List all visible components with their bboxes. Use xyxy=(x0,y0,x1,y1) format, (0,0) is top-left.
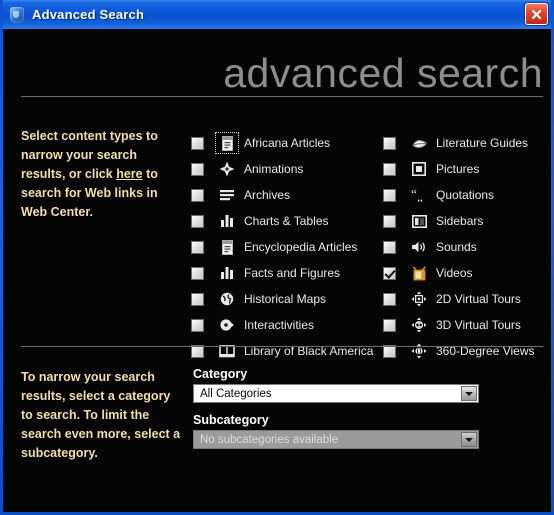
category-selected-value: All Categories xyxy=(200,387,272,400)
globe-icon xyxy=(216,289,238,309)
checkbox-historical-maps[interactable] xyxy=(191,292,204,306)
shield-icon xyxy=(8,6,26,24)
book-icon xyxy=(408,133,430,153)
speaker-icon xyxy=(408,237,430,257)
advanced-search-dialog: Advanced Search advanced search Select c… xyxy=(0,0,554,515)
content-type-row[interactable]: 360-Degree Views xyxy=(383,338,543,364)
dialog-body: advanced search Select content types to … xyxy=(3,29,551,512)
content-type-label: Archives xyxy=(244,188,291,202)
checkbox-interactivities[interactable] xyxy=(191,318,204,332)
content-type-label: Videos xyxy=(436,266,473,280)
content-type-label: Africana Articles xyxy=(244,136,331,150)
book-open-icon xyxy=(216,341,238,361)
page-title: advanced search xyxy=(223,50,543,96)
checkbox-quotations[interactable] xyxy=(383,188,396,202)
content-type-row[interactable]: Africana Articles xyxy=(191,130,366,156)
checkbox-archives[interactable] xyxy=(191,188,204,202)
section-divider xyxy=(21,346,543,347)
subcategory-selected-value: No subcategories available xyxy=(200,433,339,446)
category-instruction: To narrow your search results, select a … xyxy=(21,370,181,460)
checkbox-pictures[interactable] xyxy=(383,162,396,176)
content-type-row[interactable]: Historical Maps xyxy=(191,286,366,312)
pan-2d-icon xyxy=(408,289,430,309)
television-icon xyxy=(408,263,430,283)
content-type-row[interactable]: Facts and Figures xyxy=(191,260,366,286)
content-types-instruction: Select content types to narrow your sear… xyxy=(21,127,181,222)
animation-star-icon xyxy=(216,159,238,179)
content-type-row[interactable]: Sidebars xyxy=(383,208,543,234)
checkbox-africana-articles[interactable] xyxy=(191,136,204,150)
content-types-right-column: Literature Guides Pictures “ „ Quotation… xyxy=(383,130,543,364)
subcategory-label: Subcategory xyxy=(193,413,269,427)
content-type-label: 2D Virtual Tours xyxy=(436,292,521,306)
page-header: advanced search xyxy=(21,37,543,97)
picture-icon xyxy=(408,159,430,179)
web-center-link[interactable]: here xyxy=(116,167,142,181)
subcategory-select: No subcategories available xyxy=(193,430,479,449)
pan-360-icon xyxy=(408,341,430,361)
sidebar-icon xyxy=(408,211,430,231)
content-type-label: Animations xyxy=(244,162,304,176)
interactive-icon xyxy=(216,315,238,335)
checkbox-charts-tables[interactable] xyxy=(191,214,204,228)
checkbox-animations[interactable] xyxy=(191,162,204,176)
svg-text:„: „ xyxy=(417,189,423,202)
content-type-row[interactable]: Literature Guides xyxy=(383,130,543,156)
content-type-row[interactable]: 2D Virtual Tours xyxy=(383,286,543,312)
content-type-row[interactable]: “ „ Quotations xyxy=(383,182,543,208)
content-type-row[interactable]: Library of Black America xyxy=(191,338,373,364)
content-type-row[interactable]: Animations xyxy=(191,156,366,182)
content-type-label: 3D Virtual Tours xyxy=(436,318,521,332)
content-type-row[interactable]: 3D Virtual Tours xyxy=(383,312,543,338)
bar-chart-icon xyxy=(216,211,238,231)
window-title: Advanced Search xyxy=(32,7,145,22)
category-label: Category xyxy=(193,367,248,381)
bar-chart-icon xyxy=(216,263,238,283)
checkbox-sounds[interactable] xyxy=(383,240,396,254)
category-fields: Category All Categories Subcategory No s… xyxy=(193,367,479,449)
close-icon[interactable] xyxy=(525,3,548,25)
content-types-left-column: Africana Articles Animations Archives Ch… xyxy=(191,130,373,364)
document-icon xyxy=(216,237,238,257)
content-type-row[interactable]: Videos xyxy=(383,260,543,286)
title-bar[interactable]: Advanced Search xyxy=(3,0,551,29)
category-select[interactable]: All Categories xyxy=(193,384,479,403)
content-type-label: Sidebars xyxy=(436,214,484,228)
content-type-label: Historical Maps xyxy=(244,292,327,306)
checkbox-videos[interactable] xyxy=(383,266,396,280)
checkbox-sidebars[interactable] xyxy=(383,214,396,228)
checkbox-3d-virtual-tours[interactable] xyxy=(383,318,396,332)
chevron-down-icon[interactable] xyxy=(461,386,477,401)
quote-icon: “ „ xyxy=(408,185,430,205)
content-type-label: Quotations xyxy=(436,188,495,202)
content-type-label: Literature Guides xyxy=(436,136,529,150)
pan-3d-icon xyxy=(408,315,430,335)
content-type-label: Facts and Figures xyxy=(244,266,341,280)
content-type-row[interactable]: Interactivities xyxy=(191,312,366,338)
content-type-label: Sounds xyxy=(436,240,477,254)
content-type-label: Encyclopedia Articles xyxy=(244,240,358,254)
content-type-row[interactable]: Sounds xyxy=(383,234,543,260)
content-type-label: Interactivities xyxy=(244,318,315,332)
content-type-label: Pictures xyxy=(436,162,480,176)
checkbox-2d-virtual-tours[interactable] xyxy=(383,292,396,306)
content-type-label: Charts & Tables xyxy=(244,214,329,228)
checkbox-literature-guides[interactable] xyxy=(383,136,396,150)
document-icon xyxy=(215,132,239,154)
content-type-row[interactable]: Pictures xyxy=(383,156,543,182)
content-type-row[interactable]: Charts & Tables xyxy=(191,208,366,234)
content-type-row[interactable]: Archives xyxy=(191,182,366,208)
archive-lines-icon xyxy=(216,185,238,205)
chevron-down-icon xyxy=(461,432,477,447)
checkbox-encyclopedia-articles[interactable] xyxy=(191,240,204,254)
checkbox-facts-and-figures[interactable] xyxy=(191,266,204,280)
content-type-row[interactable]: Encyclopedia Articles xyxy=(191,234,366,260)
